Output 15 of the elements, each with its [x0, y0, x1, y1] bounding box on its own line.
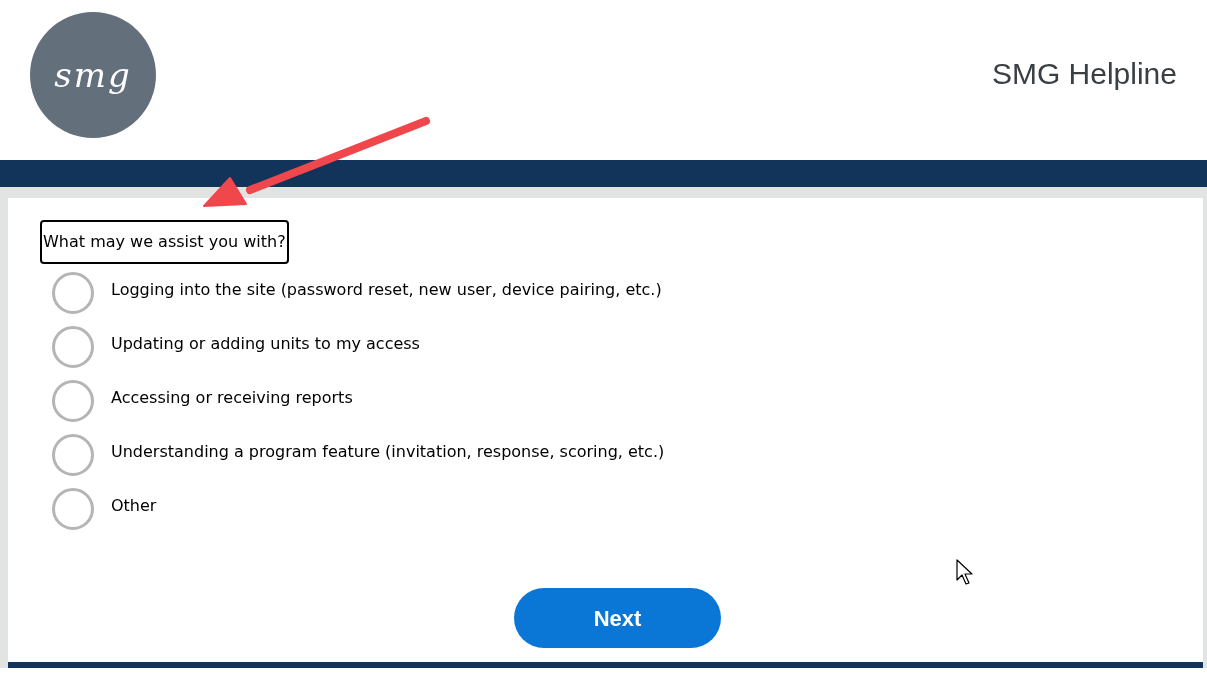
radio-button[interactable]: [52, 272, 94, 314]
radio-button[interactable]: [52, 326, 94, 368]
next-button[interactable]: Next: [514, 588, 721, 648]
page-title: SMG Helpline: [991, 55, 1177, 92]
question-label: What may we assist you with?: [40, 220, 289, 264]
radio-button[interactable]: [52, 434, 94, 476]
radio-button[interactable]: [52, 488, 94, 530]
logo: smg: [30, 12, 156, 138]
option-label[interactable]: Logging into the site (password reset, new user, device pairing, etc.): [111, 278, 662, 302]
option-label[interactable]: Understanding a program feature (invitation, response, scoring, etc.): [111, 440, 665, 464]
option-label[interactable]: Accessing or receiving reports: [111, 386, 353, 410]
option-label[interactable]: Other: [111, 494, 157, 518]
option-label[interactable]: Updating or adding units to my access: [111, 332, 420, 356]
radio-button[interactable]: [52, 380, 94, 422]
mouse-cursor-icon: [956, 559, 975, 586]
